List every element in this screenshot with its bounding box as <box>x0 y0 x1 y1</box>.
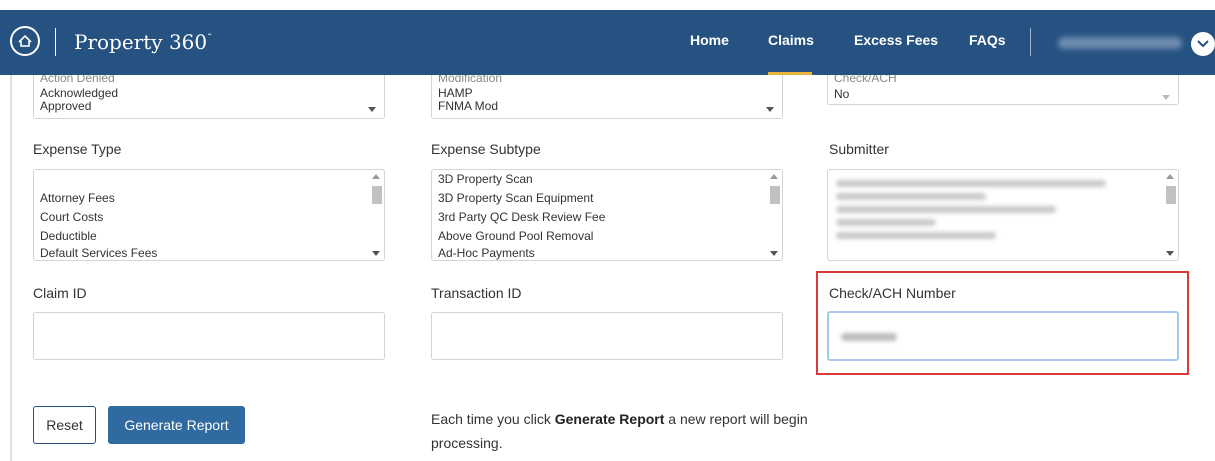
nav-faqs[interactable]: FAQs <box>969 32 1006 48</box>
redacted-submitter[interactable] <box>836 180 1106 187</box>
caret-up-icon[interactable] <box>372 174 380 179</box>
scroll-thumb[interactable] <box>770 186 780 204</box>
scroll-thumb[interactable] <box>372 186 382 204</box>
chevron-down-icon[interactable] <box>1191 32 1215 56</box>
user-name-redacted[interactable] <box>1058 37 1182 49</box>
check-ach-select[interactable]: Check/ACH No <box>827 75 1179 105</box>
expense-type-select[interactable]: Attorney Fees Court Costs Deductible Def… <box>33 169 385 261</box>
brand-mark: ˜ <box>207 33 213 45</box>
transaction-id-field[interactable] <box>431 312 783 360</box>
status-select[interactable]: Action Denied Acknowledged Approved <box>33 75 385 119</box>
logo-divider <box>55 28 56 56</box>
expense-subtype-option[interactable]: Ad-Hoc Payments <box>432 244 782 260</box>
transaction-id-label: Transaction ID <box>431 285 522 301</box>
redacted-submitter[interactable] <box>836 193 986 200</box>
scroll-thumb[interactable] <box>1166 186 1176 204</box>
status-option[interactable]: Approved <box>34 100 384 113</box>
nav-excess-fees[interactable]: Excess Fees <box>854 32 938 48</box>
expense-type-label: Expense Type <box>33 141 122 157</box>
brand-title[interactable]: Property 360˜ <box>74 30 212 54</box>
program-select[interactable]: Modification HAMP FNMA Mod <box>431 75 783 119</box>
redacted-submitter[interactable] <box>836 206 1056 213</box>
expense-subtype-option[interactable]: 3D Property Scan <box>432 170 782 189</box>
caret-down-icon[interactable] <box>766 107 774 112</box>
claim-id-label: Claim ID <box>33 285 87 301</box>
nav-divider <box>1030 28 1031 56</box>
brand-text: Property 360 <box>74 30 208 54</box>
expense-subtype-option[interactable]: 3D Property Scan Equipment <box>432 189 782 208</box>
expense-type-option[interactable] <box>34 170 384 189</box>
third-cut-label: Check/ACH <box>834 75 897 85</box>
expense-subtype-select[interactable]: 3D Property Scan 3D Property Scan Equipm… <box>431 169 783 261</box>
top-navigation-bar: Property 360˜ Home Claims Excess Fees FA… <box>0 10 1215 75</box>
redacted-submitter[interactable] <box>836 232 996 239</box>
house-seal-icon[interactable] <box>10 26 40 56</box>
expense-subtype-label: Expense Subtype <box>431 141 541 157</box>
left-border <box>10 75 12 461</box>
generate-report-button[interactable]: Generate Report <box>108 406 245 444</box>
claim-id-input[interactable] <box>34 313 384 359</box>
status-cut-label: Action Denied <box>40 75 115 85</box>
expense-subtype-option[interactable]: 3rd Party QC Desk Review Fee <box>432 208 782 227</box>
expense-type-option[interactable]: Default Services Fees <box>34 244 384 260</box>
note-prefix: Each time you click <box>431 411 555 427</box>
scrollbar[interactable] <box>768 172 780 258</box>
caret-down-icon[interactable] <box>1166 251 1174 256</box>
transaction-id-input[interactable] <box>432 313 782 359</box>
caret-down-icon[interactable] <box>770 251 778 256</box>
submitter-select[interactable] <box>827 169 1179 261</box>
nav-claims[interactable]: Claims <box>768 32 814 48</box>
check-ach-select-value: No <box>834 87 850 101</box>
caret-up-icon[interactable] <box>1166 174 1174 179</box>
caret-down-icon[interactable] <box>1162 95 1170 100</box>
nav-home[interactable]: Home <box>690 32 729 48</box>
note-bold: Generate Report <box>554 411 665 427</box>
expense-type-option[interactable]: Court Costs <box>34 208 384 227</box>
reset-button[interactable]: Reset <box>33 406 96 444</box>
redacted-submitter[interactable] <box>836 219 936 226</box>
check-ach-number-field[interactable] <box>827 311 1179 361</box>
generate-report-note: Each time you click Generate Report a ne… <box>431 407 811 455</box>
program-option[interactable]: FNMA Mod <box>432 100 782 113</box>
expense-type-option[interactable]: Attorney Fees <box>34 189 384 208</box>
program-cut-label: Modification <box>438 75 503 85</box>
scrollbar[interactable] <box>1164 172 1176 258</box>
claim-id-field[interactable] <box>33 312 385 360</box>
caret-down-icon[interactable] <box>368 107 376 112</box>
scrollbar[interactable] <box>370 172 382 258</box>
redacted-check-number <box>841 333 897 341</box>
caret-up-icon[interactable] <box>770 174 778 179</box>
caret-down-icon[interactable] <box>372 251 380 256</box>
submitter-label: Submitter <box>829 141 889 157</box>
